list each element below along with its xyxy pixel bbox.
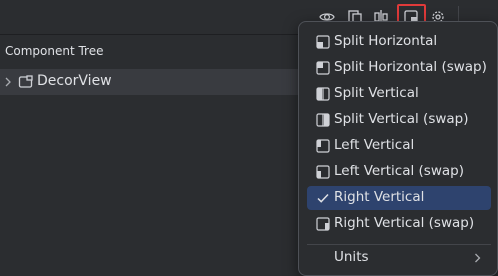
- menu-item-units[interactable]: Units: [307, 246, 491, 270]
- menu-item-split-horizontal-swap[interactable]: Split Horizontal (swap): [307, 56, 491, 80]
- menu-item-left-vertical[interactable]: Left Vertical: [307, 134, 491, 158]
- check-icon: [316, 191, 330, 205]
- menu-item-right-vertical-swap[interactable]: Right Vertical (swap): [307, 212, 491, 236]
- split-vertical-icon: [316, 87, 330, 101]
- menu-item-split-vertical-swap[interactable]: Split Vertical (swap): [307, 108, 491, 132]
- left-vertical-icon: [316, 139, 330, 153]
- view-component-icon: [18, 75, 34, 89]
- menu-item-split-vertical[interactable]: Split Vertical: [307, 82, 491, 106]
- split-vertical-swap-icon: [316, 113, 330, 127]
- split-horizontal-swap-icon: [316, 61, 330, 75]
- left-vertical-swap-icon: [316, 165, 330, 179]
- chevron-right-icon: [474, 252, 481, 264]
- split-horizontal-icon: [316, 35, 330, 49]
- menu-item-split-horizontal[interactable]: Split Horizontal: [307, 30, 491, 54]
- menu-item-right-vertical[interactable]: Right Vertical: [307, 186, 491, 210]
- menu-item-left-vertical-swap[interactable]: Left Vertical (swap): [307, 160, 491, 184]
- tree-root-label: DecorView: [37, 73, 112, 89]
- panel-title: Component Tree: [5, 44, 104, 58]
- menu-separator: [307, 244, 491, 245]
- layout-menu: Split Horizontal Split Horizontal (swap)…: [298, 21, 498, 276]
- chevron-right-icon[interactable]: [4, 76, 12, 88]
- right-vertical-swap-icon: [316, 217, 330, 231]
